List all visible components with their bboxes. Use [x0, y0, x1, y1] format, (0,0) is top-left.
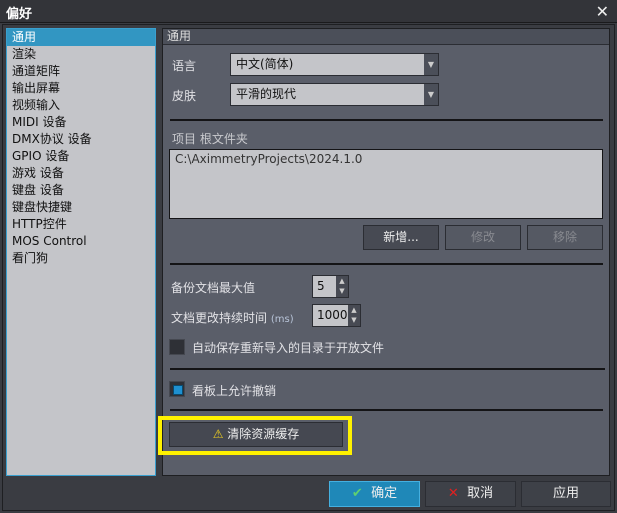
spinner-arrows-icon[interactable]: ▲ ▼ [336, 276, 348, 297]
sidebar-item[interactable]: 看门狗 [7, 250, 155, 267]
cancel-button[interactable]: ✕ 取消 [425, 481, 516, 507]
undo-checkbox[interactable] [169, 381, 185, 397]
doc-change-unit: (ms) [270, 314, 294, 325]
project-root-list[interactable]: C:\AximmetryProjects\2024.1.0 [169, 149, 603, 219]
ok-label: 确定 [371, 486, 398, 501]
sidebar-item[interactable]: 渲染 [7, 46, 155, 63]
sidebar-item[interactable]: DMX协议 设备 [7, 131, 155, 148]
spinner-arrows-icon[interactable]: ▲ ▼ [348, 305, 360, 326]
panel-header: 通用 [163, 29, 609, 45]
title-bar: 偏好 [0, 0, 617, 23]
autosave-checkbox[interactable] [169, 339, 185, 355]
chevron-down-icon: ▼ [424, 84, 438, 105]
general-panel: 通用 语言 中文(简体) ▼ 皮肤 平滑的现代 ▼ 项目 根文件夹 C:\Aximm… [162, 28, 610, 476]
doc-change-text: 文档更改持续时间 [171, 311, 268, 325]
sidebar-item[interactable]: 键盘快捷键 [7, 199, 155, 216]
category-list: 通用 渲染 通道矩阵 输出屏幕 视频输入 MIDI 设备 DMX协议 设备 GPIO 设备 游戏… [6, 28, 156, 476]
sidebar-item[interactable]: 视频输入 [7, 97, 155, 114]
sidebar-item[interactable]: 通道矩阵 [7, 63, 155, 80]
divider [170, 409, 603, 411]
sidebar-item[interactable]: MOS Control [7, 233, 155, 250]
sidebar-item[interactable]: 输出屏幕 [7, 80, 155, 97]
highlight-box [158, 416, 352, 455]
cancel-label: 取消 [467, 486, 494, 501]
close-icon[interactable]: ✕ [596, 2, 609, 21]
language-label: 语言 [172, 59, 197, 73]
sidebar-item[interactable]: GPIO 设备 [7, 148, 155, 165]
divider [170, 119, 603, 121]
doc-change-label: 文档更改持续时间 (ms) [171, 309, 294, 326]
project-root-path[interactable]: C:\AximmetryProjects\2024.1.0 [175, 152, 597, 166]
language-value: 中文(简体) [236, 57, 294, 71]
sidebar-item[interactable]: 键盘 设备 [7, 182, 155, 199]
checkmark-icon: ✔ [351, 486, 363, 501]
ok-button[interactable]: ✔ 确定 [329, 481, 420, 507]
skin-value: 平滑的现代 [236, 87, 297, 101]
apply-button[interactable]: 应用 [521, 481, 611, 507]
sidebar-item[interactable]: MIDI 设备 [7, 114, 155, 131]
project-root-label: 项目 根文件夹 [172, 132, 248, 146]
doc-change-value: 1000 [317, 308, 348, 322]
add-button[interactable]: 新增... [363, 225, 439, 250]
sidebar-item[interactable]: HTTP控件 [7, 216, 155, 233]
modify-button[interactable]: 修改 [445, 225, 521, 250]
backup-max-spinner[interactable]: 5 ▲ ▼ [312, 275, 349, 298]
sidebar-item[interactable]: 通用 [7, 29, 155, 46]
language-dropdown[interactable]: 中文(简体) ▼ [230, 53, 439, 76]
doc-change-spinner[interactable]: 1000 ▲ ▼ [312, 304, 361, 327]
x-icon: ✕ [447, 486, 459, 501]
window-title: 偏好 [6, 7, 33, 22]
divider [170, 368, 605, 370]
skin-label: 皮肤 [172, 89, 197, 103]
autosave-label: 自动保存重新导入的目录于开放文件 [192, 341, 385, 355]
undo-label: 看板上允许撤销 [192, 384, 277, 398]
skin-dropdown[interactable]: 平滑的现代 ▼ [230, 83, 439, 106]
remove-button[interactable]: 移除 [527, 225, 603, 250]
backup-max-label: 备份文档最大值 [171, 281, 256, 295]
backup-max-value: 5 [317, 279, 325, 293]
divider [170, 263, 603, 265]
chevron-down-icon: ▼ [424, 54, 438, 75]
sidebar-item[interactable]: 游戏 设备 [7, 165, 155, 182]
